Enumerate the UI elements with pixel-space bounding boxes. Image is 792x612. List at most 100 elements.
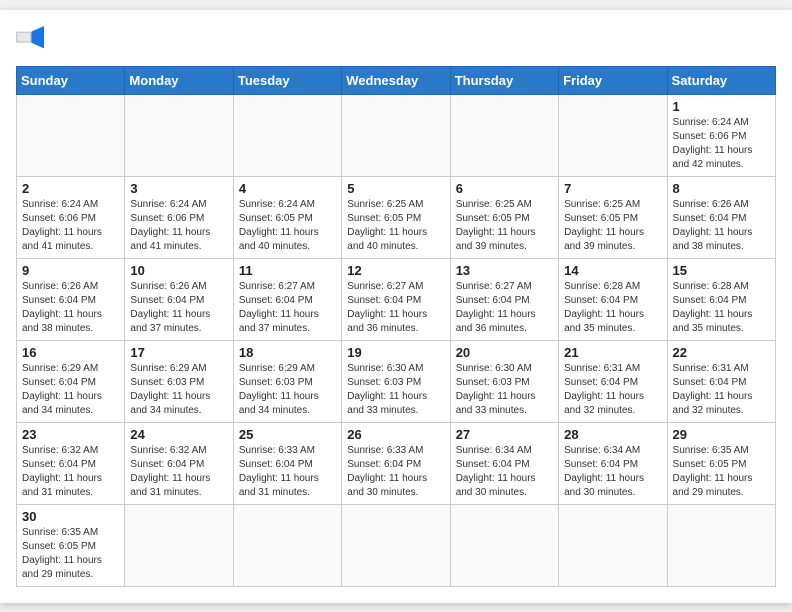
day-info: Sunrise: 6:30 AM Sunset: 6:03 PM Dayligh… [347, 362, 444, 418]
day-info: Sunrise: 6:26 AM Sunset: 6:04 PM Dayligh… [130, 280, 227, 336]
day-info: Sunrise: 6:27 AM Sunset: 6:04 PM Dayligh… [456, 280, 553, 336]
day-cell: 4 Sunrise: 6:24 AM Sunset: 6:05 PM Daylig… [233, 176, 341, 258]
day-number: 26 [347, 427, 444, 442]
day-info: Sunrise: 6:24 AM Sunset: 6:06 PM Dayligh… [130, 198, 227, 254]
day-number: 3 [130, 181, 227, 196]
day-cell: 25Sunrise: 6:33 AM Sunset: 6:04 PM Dayli… [233, 422, 341, 504]
day-cell [342, 504, 450, 586]
day-cell: 5Sunrise: 6:25 AM Sunset: 6:05 PM Daylig… [342, 176, 450, 258]
calendar-body: 1 Sunrise: 6:24 AM Sunset: 6:06 PM Daylig… [17, 94, 776, 586]
day-info: Sunrise: 6:24 AM Sunset: 6:06 PM Dayligh… [22, 198, 119, 254]
logo [16, 26, 48, 54]
day-info: Sunrise: 6:27 AM Sunset: 6:04 PM Dayligh… [347, 280, 444, 336]
day-number: 16 [22, 345, 119, 360]
day-cell: 14 Sunrise: 6:28 AM Sunset: 6:04 PM Dayli… [559, 258, 667, 340]
day-info: Sunrise: 6:32 AM Sunset: 6:04 PM Dayligh… [22, 444, 119, 500]
day-cell [559, 504, 667, 586]
day-cell [342, 94, 450, 176]
day-cell: 11 Sunrise: 6:27 AM Sunset: 6:04 PM Dayli… [233, 258, 341, 340]
week-row-5: 23 Sunrise: 6:32 AM Sunset: 6:04 PM Dayli… [17, 422, 776, 504]
day-cell [667, 504, 775, 586]
day-number: 24 [130, 427, 227, 442]
day-cell: 15 Sunrise: 6:28 AM Sunset: 6:04 PM Dayli… [667, 258, 775, 340]
day-number: 11 [239, 263, 336, 278]
logo-icon [16, 26, 44, 54]
day-info: Sunrise: 6:24 AM Sunset: 6:06 PM Dayligh… [673, 116, 770, 172]
day-cell: 18Sunrise: 6:29 AM Sunset: 6:03 PM Dayli… [233, 340, 341, 422]
day-info: Sunrise: 6:29 AM Sunset: 6:03 PM Dayligh… [130, 362, 227, 418]
day-cell: 3 Sunrise: 6:24 AM Sunset: 6:06 PM Daylig… [125, 176, 233, 258]
day-info: Sunrise: 6:25 AM Sunset: 6:05 PM Dayligh… [347, 198, 444, 254]
day-number: 12 [347, 263, 444, 278]
day-cell: 8Sunrise: 6:26 AM Sunset: 6:04 PM Daylig… [667, 176, 775, 258]
day-number: 30 [22, 509, 119, 524]
day-cell [233, 94, 341, 176]
day-cell: 22 Sunrise: 6:31 AM Sunset: 6:04 PM Dayli… [667, 340, 775, 422]
weekday-header-friday: Friday [559, 66, 667, 94]
week-row-6: 30Sunrise: 6:35 AM Sunset: 6:05 PM Dayli… [17, 504, 776, 586]
day-number: 21 [564, 345, 661, 360]
day-number: 28 [564, 427, 661, 442]
day-number: 4 [239, 181, 336, 196]
day-number: 17 [130, 345, 227, 360]
day-cell: 26Sunrise: 6:33 AM Sunset: 6:04 PM Dayli… [342, 422, 450, 504]
calendar-table: SundayMondayTuesdayWednesdayThursdayFrid… [16, 66, 776, 587]
day-info: Sunrise: 6:34 AM Sunset: 6:04 PM Dayligh… [456, 444, 553, 500]
day-info: Sunrise: 6:25 AM Sunset: 6:05 PM Dayligh… [456, 198, 553, 254]
day-cell: 2Sunrise: 6:24 AM Sunset: 6:06 PM Daylig… [17, 176, 125, 258]
day-number: 15 [673, 263, 770, 278]
day-cell: 9Sunrise: 6:26 AM Sunset: 6:04 PM Daylig… [17, 258, 125, 340]
day-info: Sunrise: 6:31 AM Sunset: 6:04 PM Dayligh… [564, 362, 661, 418]
day-cell [450, 504, 558, 586]
day-cell: 28 Sunrise: 6:34 AM Sunset: 6:04 PM Dayli… [559, 422, 667, 504]
day-cell [233, 504, 341, 586]
day-info: Sunrise: 6:28 AM Sunset: 6:04 PM Dayligh… [673, 280, 770, 336]
day-info: Sunrise: 6:29 AM Sunset: 6:04 PM Dayligh… [22, 362, 119, 418]
day-number: 29 [673, 427, 770, 442]
day-cell: 20 Sunrise: 6:30 AM Sunset: 6:03 PM Dayli… [450, 340, 558, 422]
day-cell: 27Sunrise: 6:34 AM Sunset: 6:04 PM Dayli… [450, 422, 558, 504]
day-cell: 13 Sunrise: 6:27 AM Sunset: 6:04 PM Dayli… [450, 258, 558, 340]
day-info: Sunrise: 6:24 AM Sunset: 6:05 PM Dayligh… [239, 198, 336, 254]
day-number: 8 [673, 181, 770, 196]
weekday-header-monday: Monday [125, 66, 233, 94]
day-cell: 29Sunrise: 6:35 AM Sunset: 6:05 PM Dayli… [667, 422, 775, 504]
day-info: Sunrise: 6:31 AM Sunset: 6:04 PM Dayligh… [673, 362, 770, 418]
day-number: 22 [673, 345, 770, 360]
weekday-header-sunday: Sunday [17, 66, 125, 94]
day-cell: 6Sunrise: 6:25 AM Sunset: 6:05 PM Daylig… [450, 176, 558, 258]
day-number: 7 [564, 181, 661, 196]
day-number: 20 [456, 345, 553, 360]
day-number: 19 [347, 345, 444, 360]
day-cell: 21 Sunrise: 6:31 AM Sunset: 6:04 PM Dayli… [559, 340, 667, 422]
calendar-header [16, 26, 776, 54]
week-row-2: 2Sunrise: 6:24 AM Sunset: 6:06 PM Daylig… [17, 176, 776, 258]
day-number: 23 [22, 427, 119, 442]
day-number: 18 [239, 345, 336, 360]
day-cell [559, 94, 667, 176]
day-number: 1 [673, 99, 770, 114]
day-cell [125, 504, 233, 586]
day-cell: 17 Sunrise: 6:29 AM Sunset: 6:03 PM Dayli… [125, 340, 233, 422]
day-info: Sunrise: 6:28 AM Sunset: 6:04 PM Dayligh… [564, 280, 661, 336]
day-cell: 24Sunrise: 6:32 AM Sunset: 6:04 PM Dayli… [125, 422, 233, 504]
calendar-thead: SundayMondayTuesdayWednesdayThursdayFrid… [17, 66, 776, 94]
weekday-header-saturday: Saturday [667, 66, 775, 94]
day-cell: 23 Sunrise: 6:32 AM Sunset: 6:04 PM Dayli… [17, 422, 125, 504]
day-cell [450, 94, 558, 176]
day-info: Sunrise: 6:34 AM Sunset: 6:04 PM Dayligh… [564, 444, 661, 500]
day-cell [17, 94, 125, 176]
day-info: Sunrise: 6:27 AM Sunset: 6:04 PM Dayligh… [239, 280, 336, 336]
day-cell: 7Sunrise: 6:25 AM Sunset: 6:05 PM Daylig… [559, 176, 667, 258]
day-number: 9 [22, 263, 119, 278]
weekday-header-tuesday: Tuesday [233, 66, 341, 94]
day-info: Sunrise: 6:33 AM Sunset: 6:04 PM Dayligh… [239, 444, 336, 500]
weekday-header-row: SundayMondayTuesdayWednesdayThursdayFrid… [17, 66, 776, 94]
day-cell: 30Sunrise: 6:35 AM Sunset: 6:05 PM Dayli… [17, 504, 125, 586]
day-number: 14 [564, 263, 661, 278]
week-row-3: 9 Sunrise: 6:26 AM Sunset: 6:04 PM Daylig… [17, 258, 776, 340]
day-cell: 10Sunrise: 6:26 AM Sunset: 6:04 PM Dayli… [125, 258, 233, 340]
day-info: Sunrise: 6:30 AM Sunset: 6:03 PM Dayligh… [456, 362, 553, 418]
day-cell [125, 94, 233, 176]
day-number: 13 [456, 263, 553, 278]
